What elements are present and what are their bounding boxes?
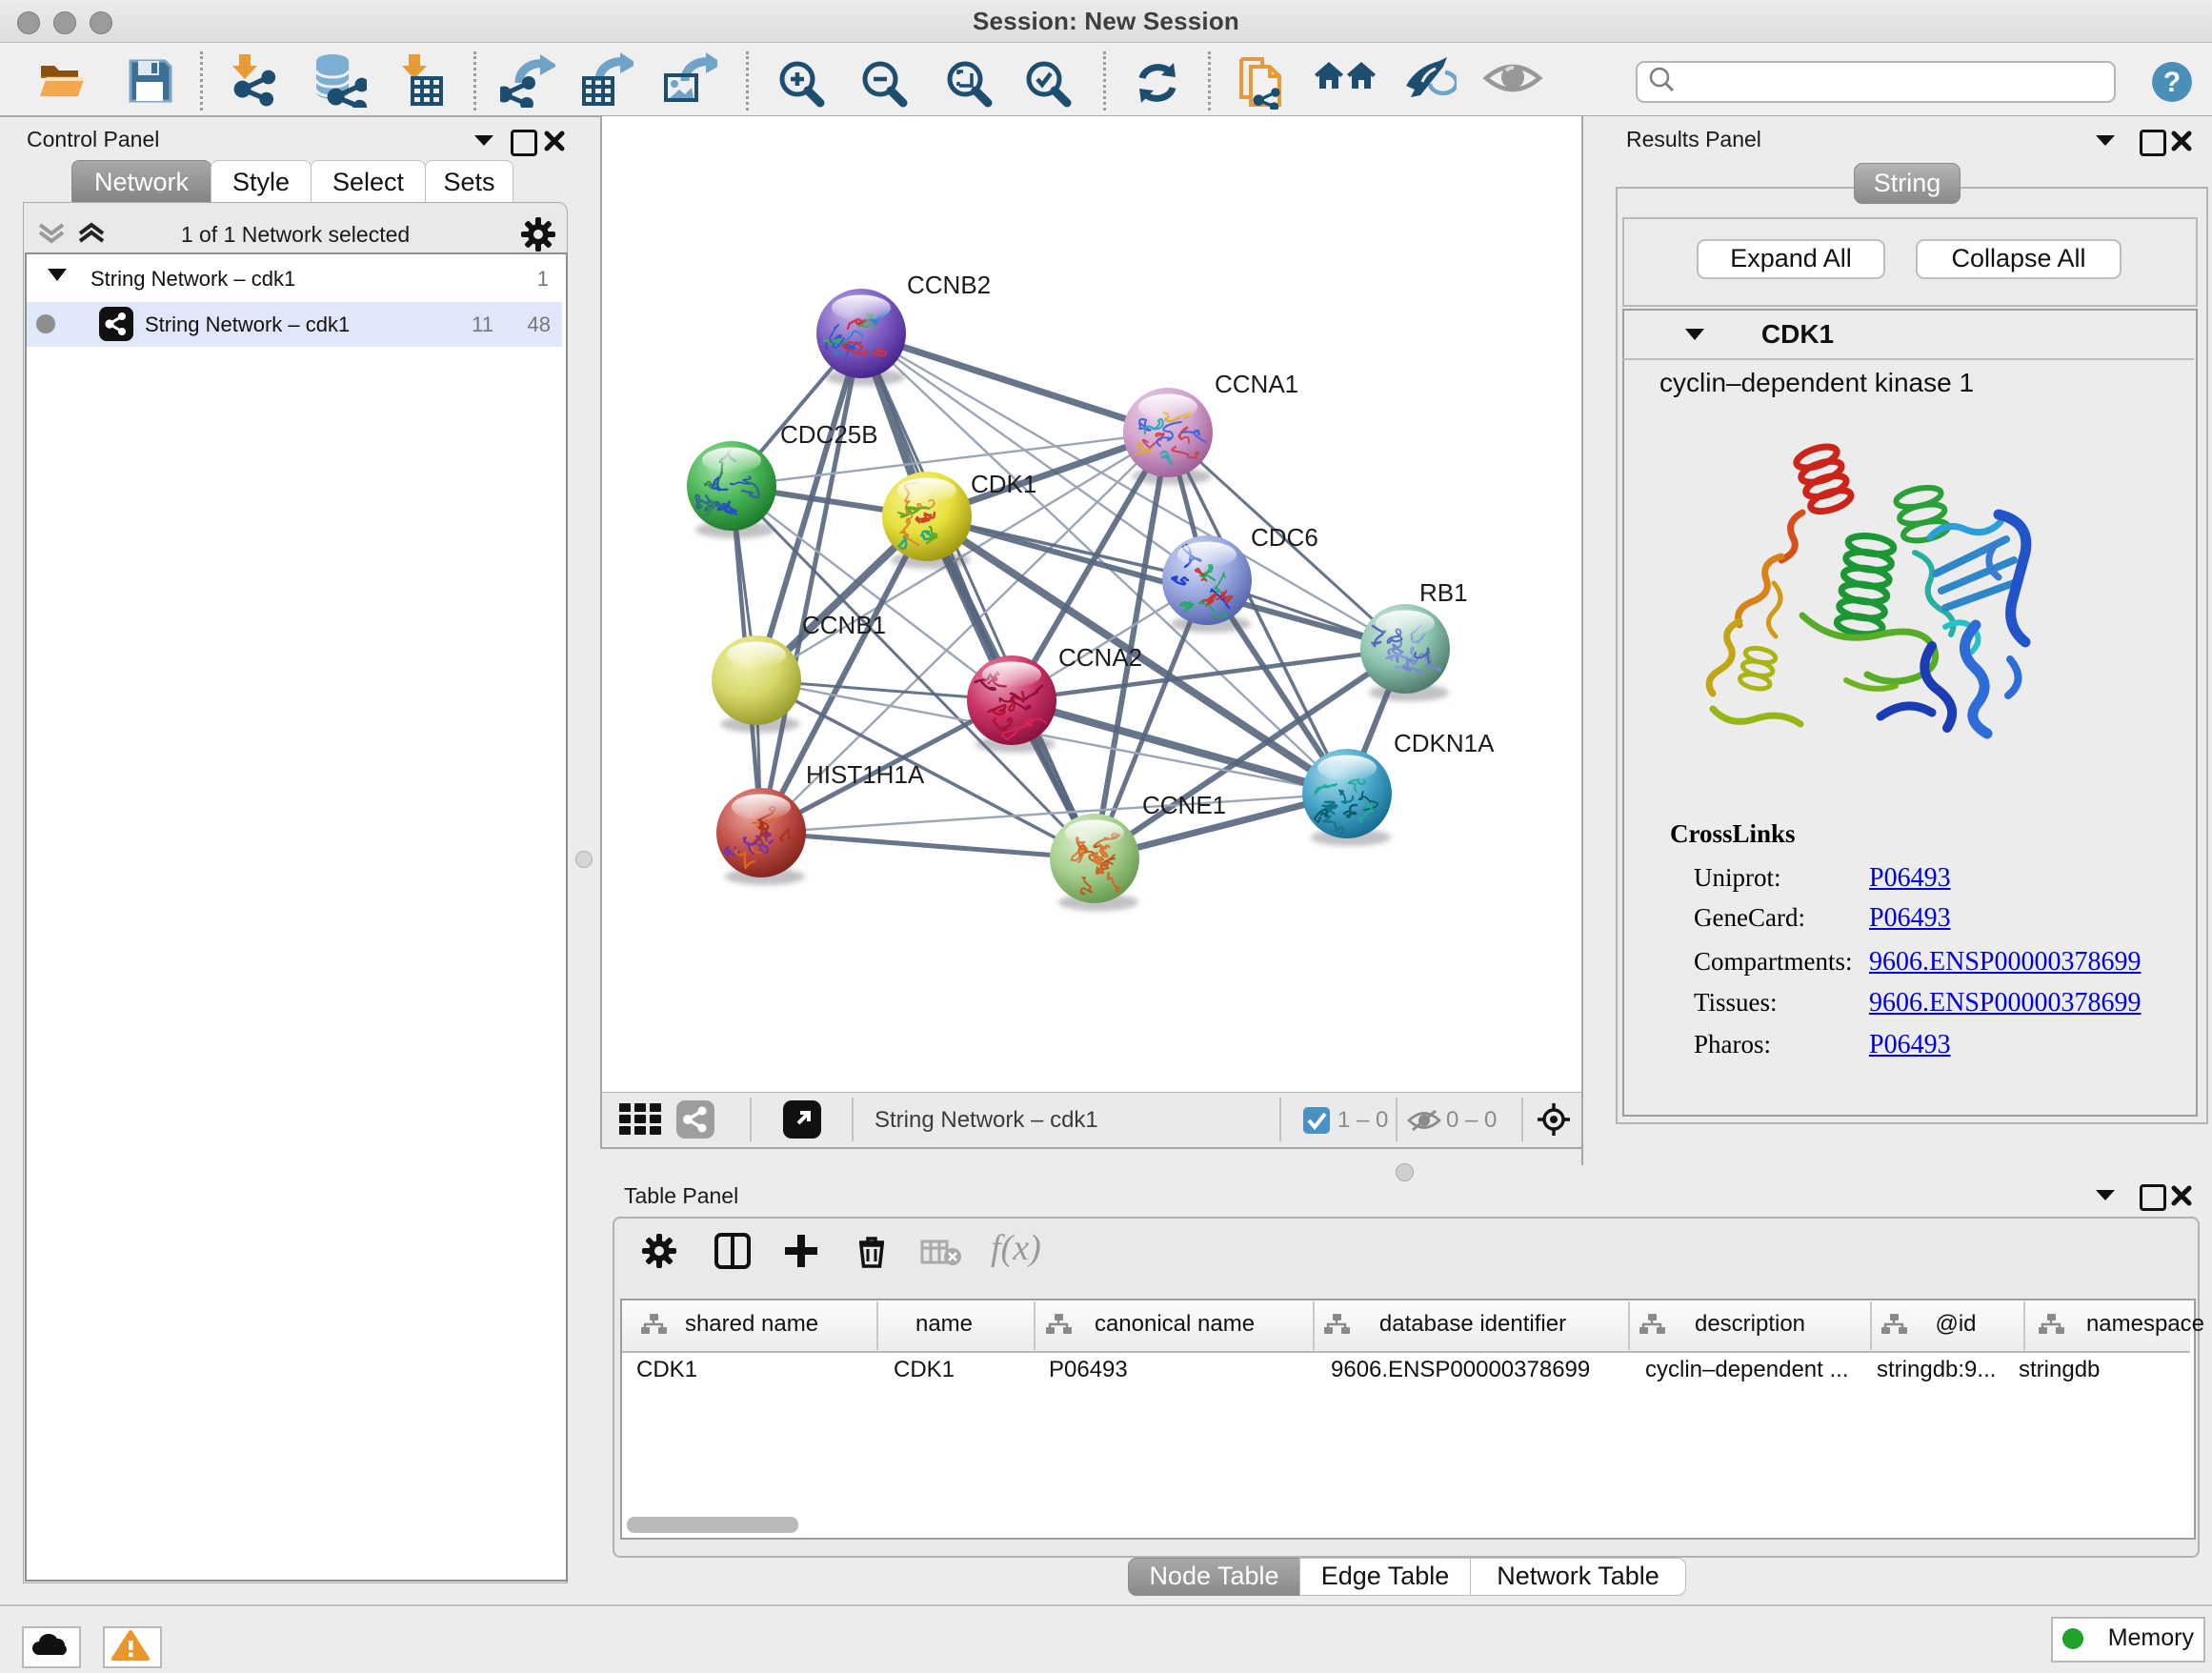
svg-text:CDK1: CDK1 xyxy=(971,470,1036,498)
svg-text:CCNB2: CCNB2 xyxy=(907,271,991,299)
svg-text:CCNA2: CCNA2 xyxy=(1058,643,1142,672)
svg-text:HIST1H1A: HIST1H1A xyxy=(806,760,925,789)
svg-text:?: ? xyxy=(2163,67,2181,98)
svg-text:RB1: RB1 xyxy=(1419,578,1468,607)
svg-text:CDKN1A: CDKN1A xyxy=(1394,729,1495,757)
svg-text:CDC25B: CDC25B xyxy=(780,420,878,449)
svg-text:CCNA1: CCNA1 xyxy=(1215,370,1298,398)
svg-text:CCNB1: CCNB1 xyxy=(802,611,886,639)
svg-text:CDC6: CDC6 xyxy=(1251,523,1318,552)
svg-text:CCNE1: CCNE1 xyxy=(1142,791,1226,819)
